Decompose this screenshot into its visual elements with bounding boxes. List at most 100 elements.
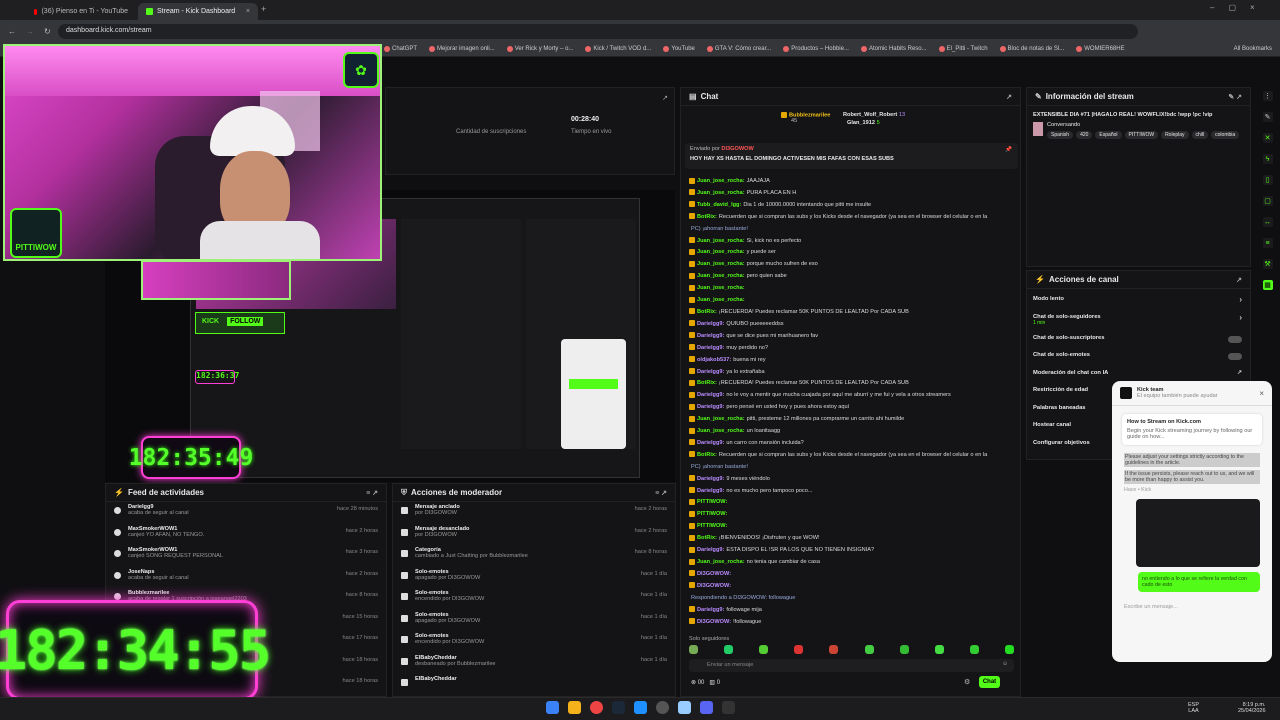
bookmark[interactable]: El_Pitti - Twitch [938,46,988,52]
chat-username[interactable]: Juan_jose_rocha: [697,178,745,184]
filter-icon[interactable]: ≡ ↗ [655,489,667,497]
chat-username[interactable]: BotRix: [697,452,717,458]
tag[interactable]: Español [1095,131,1122,139]
bookmark[interactable]: Ver Rick y Morty – o... [506,46,573,52]
chat-username[interactable]: Juan_jose_rocha: [697,559,745,565]
chat-username[interactable]: BotRix: [697,380,717,386]
telegram-icon[interactable] [634,701,647,714]
chat-username[interactable]: Darielgg9: [697,404,724,410]
chat-username[interactable]: oldjakob537: [697,357,731,363]
back-icon[interactable]: ← [8,27,16,36]
page-icon[interactable]: ▯ [1262,175,1273,185]
lightning-icon[interactable]: ϟ [1262,154,1273,164]
bookmark[interactable]: Productos – Hobbie... [783,46,849,52]
windows-start-icon[interactable] [546,701,559,714]
chat-username[interactable]: Darielgg9: [697,392,724,398]
grid-icon[interactable]: ▦ [1262,280,1273,290]
new-tab-button[interactable]: + [261,4,266,14]
bookmark[interactable]: Bloc de notas de Sl... [999,46,1064,52]
chat-username[interactable]: Darielgg9: [697,440,724,446]
chat-username[interactable]: Darielgg9: [697,476,724,482]
url-field[interactable]: dashboard.kick.com/stream [58,24,1138,39]
chat-username[interactable]: Juan_jose_rocha: [697,190,745,196]
chat-username[interactable]: DI3GOWOW: [697,571,731,577]
language-indicator[interactable]: ESP LAA [1188,702,1199,714]
window-controls[interactable]: –▢× [1210,3,1269,12]
list-icon[interactable]: ≡ [1262,238,1273,248]
filter-icon[interactable]: ≡ ↗ [366,489,378,497]
chat-username[interactable]: Juan_jose_rocha: [697,428,745,434]
close-icon[interactable]: × [246,8,250,15]
chat-username[interactable]: Darielgg9: [697,321,724,327]
tag[interactable]: 420 [1076,131,1093,139]
chat-username[interactable]: Juan_jose_rocha: [697,249,745,255]
wrench-icon[interactable]: ⚒ [1262,259,1273,269]
emote-icon[interactable] [969,645,979,654]
bookmark[interactable]: ChatGPT [384,46,417,52]
chat-username[interactable]: DI3GOWOW: [697,583,731,589]
video-icon[interactable]: ↔ [1262,217,1273,227]
channel-action-item[interactable]: Chat de solo-emotes [1027,349,1250,367]
channel-action-item[interactable]: Chat de solo-suscriptores [1027,332,1250,350]
bolt-icon[interactable]: ✕ [1262,133,1273,143]
app-icon[interactable] [678,701,691,714]
forward-icon[interactable]: → [26,27,34,36]
chat-username[interactable]: Juan_jose_rocha: [697,273,745,279]
bookmark[interactable]: Mejorar imagen onli... [429,46,495,52]
chrome-icon[interactable] [590,701,603,714]
emote-icon[interactable] [1004,645,1014,654]
tag[interactable]: chill [1191,131,1209,139]
chat-username[interactable]: Darielgg9: [697,547,724,553]
bookmark[interactable]: Atomic Habits Reso... [860,46,927,52]
chat-username[interactable]: BotRix: [697,214,717,220]
screenshot-attachment[interactable] [1136,499,1260,567]
tag[interactable]: colombia [1211,131,1240,139]
emote-icon[interactable] [689,645,698,654]
clock[interactable]: 8:19 p.m. 25/04/2026 [1238,702,1266,714]
all-bookmarks[interactable]: All Bookmarks [1234,46,1272,52]
pinned-message[interactable]: Enviado por DI3GOWOW HOY HAY XS HASTA EL… [685,143,1018,169]
chevron-right-icon[interactable]: › [1239,313,1242,322]
obs-icon[interactable] [656,701,669,714]
chat-username[interactable]: Darielgg9: [697,345,724,351]
chat-username[interactable]: Juan_jose_rocha: [697,261,745,267]
chat-username[interactable]: Tubb_david_lgg: [697,202,741,208]
external-link-icon[interactable]: ↗ [662,94,668,102]
emote-icon[interactable] [899,645,909,654]
chat-username[interactable]: PITTIWOW: [697,511,727,517]
bookmark[interactable]: Kick / Twitch VOD d... [585,46,651,52]
chat-icon[interactable]: ▢ [1262,196,1273,206]
gear-icon[interactable]: ⚙ [964,678,970,686]
chat-username[interactable]: PITTIWOW: [697,523,727,529]
bookmark[interactable]: YouTube [663,46,695,52]
emoji-icon[interactable]: ☺ [1002,661,1008,667]
menu-icon[interactable]: ⋮ [1262,91,1273,101]
chat-username[interactable]: Juan_jose_rocha: [697,238,745,244]
external-link-icon[interactable]: ↗ [1237,369,1242,376]
channel-action-item[interactable]: Chat de solo-seguidores 1 min › [1027,311,1250,332]
popup-input[interactable]: Escribe un mensaje... [1124,604,1262,610]
chat-username[interactable]: Darielgg9: [697,607,724,613]
channel-action-item[interactable]: Modo lento › [1027,293,1250,311]
emote-icon[interactable] [864,645,874,654]
tab-youtube[interactable]: (36) Pienso en Ti - YouTube [26,3,136,20]
bookmark[interactable]: WOMIER68HE [1076,46,1125,52]
close-icon[interactable]: × [1259,389,1264,398]
pencil-icon[interactable]: ✎ [1262,112,1273,122]
external-link-icon[interactable]: ↗ [1236,276,1242,284]
terminal-icon[interactable] [722,701,735,714]
external-link-icon[interactable]: ↗ [1006,93,1012,101]
steam-icon[interactable] [612,701,625,714]
reload-icon[interactable]: ↻ [44,27,51,36]
emote-icon[interactable] [724,645,734,654]
chat-username[interactable]: BotRix: [697,535,717,541]
tag[interactable]: Spanish [1047,131,1074,139]
emote-icon[interactable] [934,645,944,654]
tag[interactable]: PITTIWOW [1124,131,1159,139]
chat-username[interactable]: BotRix: [697,309,717,315]
tab-kick-dashboard[interactable]: Stream - Kick Dashboard × [138,3,258,20]
chat-username[interactable]: Juan_jose_rocha: [697,297,745,303]
emote-icon[interactable] [794,645,804,654]
chat-username[interactable]: PITTIWOW: [697,499,727,505]
chat-username[interactable]: Juan_jose_rocha: [697,285,745,291]
